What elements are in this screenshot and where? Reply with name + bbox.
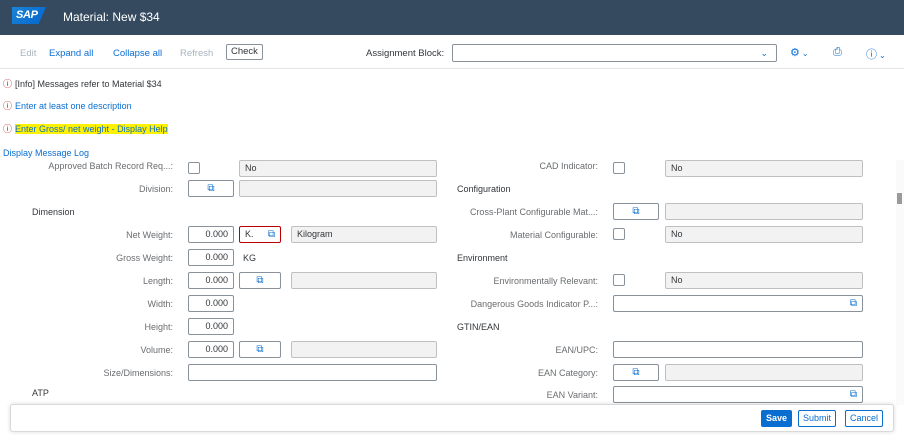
env-relevant-checkbox[interactable] bbox=[613, 274, 625, 286]
save-button[interactable]: Save bbox=[761, 410, 793, 427]
collapse-all-button[interactable]: Collapse all bbox=[113, 48, 162, 59]
ean-upc-label: EAN/UPC: bbox=[555, 345, 598, 355]
environment-section: Environment bbox=[457, 253, 508, 263]
expand-all-button[interactable]: Expand all bbox=[49, 48, 93, 59]
submit-button[interactable]: Submit bbox=[798, 410, 837, 427]
toolbar: Edit Expand all Collapse all Refresh Che… bbox=[0, 35, 904, 69]
length-unit-text bbox=[291, 272, 437, 289]
size-dimensions-label: Size/Dimensions: bbox=[103, 368, 173, 378]
edit-button: Edit bbox=[20, 48, 37, 59]
sap-logo[interactable]: SAP bbox=[12, 7, 46, 24]
division-label: Division: bbox=[138, 184, 173, 194]
length-input[interactable]: 0.000 bbox=[188, 272, 234, 289]
env-relevant-label: Environmentally Relevant: bbox=[493, 276, 598, 286]
ean-variant-input[interactable]: ⧉ bbox=[613, 386, 863, 403]
net-weight-unit-text: Kilogram bbox=[291, 226, 437, 243]
material-configurable-field: No bbox=[665, 226, 863, 243]
value-help-icon[interactable]: ⧉ bbox=[850, 387, 857, 402]
atp-section: ATP bbox=[32, 388, 49, 398]
net-weight-input[interactable]: 0.000 bbox=[188, 226, 234, 243]
cad-indicator-checkbox[interactable] bbox=[613, 162, 625, 174]
gross-weight-input[interactable]: 0.000 bbox=[188, 249, 234, 266]
cross-plant-field bbox=[665, 203, 863, 220]
message-description[interactable]: ⓘ Enter at least one description bbox=[3, 99, 132, 112]
material-configurable-checkbox[interactable] bbox=[613, 228, 625, 240]
form-content: Approved Batch Record Req...: No Divisio… bbox=[0, 160, 896, 405]
value-help-icon[interactable]: ⧉ bbox=[268, 227, 275, 242]
width-input[interactable]: 0.000 bbox=[188, 295, 234, 312]
error-icon: ⓘ bbox=[3, 101, 13, 111]
scroll-thumb[interactable] bbox=[897, 193, 902, 204]
cad-indicator-label: CAD Indicator: bbox=[539, 161, 598, 171]
net-weight-unit-input[interactable]: K. ⧉ bbox=[239, 226, 281, 243]
assignment-block-label: Assignment Block: bbox=[366, 48, 445, 59]
dimension-section: Dimension bbox=[32, 207, 75, 217]
footer-bar: Save Submit Cancel bbox=[10, 404, 894, 432]
cross-plant-label: Cross-Plant Configurable Mat...: bbox=[469, 207, 598, 217]
ean-variant-label: EAN Variant: bbox=[546, 390, 598, 400]
print-icon[interactable]: ⎙ bbox=[833, 46, 842, 59]
gear-icon[interactable]: ⚙ ⌄ bbox=[790, 46, 809, 59]
cad-indicator-field: No bbox=[665, 160, 863, 177]
refresh-button: Refresh bbox=[180, 48, 214, 59]
value-help-icon[interactable]: ⧉ bbox=[850, 296, 857, 311]
length-label: Length: bbox=[142, 276, 173, 286]
assignment-block-select[interactable]: ⌄ bbox=[452, 44, 777, 62]
volume-unit-text bbox=[291, 341, 437, 358]
width-label: Width: bbox=[147, 299, 173, 309]
height-label: Height: bbox=[144, 322, 173, 332]
message-weight[interactable]: ⓘ Enter Gross/ net weight - Display Help bbox=[3, 122, 168, 135]
error-icon: ⓘ bbox=[3, 79, 13, 89]
display-message-log-link[interactable]: Display Message Log bbox=[3, 148, 89, 158]
shell-bar: SAP Material: New $34 bbox=[0, 0, 904, 35]
size-dimensions-input[interactable] bbox=[188, 364, 437, 381]
chevron-down-icon: ⌄ bbox=[760, 48, 768, 58]
value-help-icon[interactable]: ⧉ bbox=[239, 341, 281, 358]
division-field bbox=[239, 180, 437, 197]
value-help-icon[interactable]: ⧉ bbox=[188, 180, 234, 197]
message-weight-link[interactable]: Enter Gross/ net weight - Display Help bbox=[15, 123, 168, 134]
help-icon[interactable]: ⓘ ⌄ bbox=[866, 46, 886, 62]
batch-record-label: Approved Batch Record Req...: bbox=[48, 161, 173, 171]
ean-upc-input[interactable] bbox=[613, 341, 863, 358]
ean-category-label: EAN Category: bbox=[537, 368, 598, 378]
page-title: Material: New $34 bbox=[63, 10, 160, 24]
volume-input[interactable]: 0.000 bbox=[188, 341, 234, 358]
error-icon: ⓘ bbox=[3, 124, 13, 134]
ean-category-field bbox=[665, 364, 863, 381]
batch-record-checkbox[interactable] bbox=[188, 162, 200, 174]
dangerous-goods-label: Dangerous Goods Indicator P...: bbox=[470, 299, 598, 309]
cancel-button[interactable]: Cancel bbox=[845, 410, 884, 427]
value-help-icon[interactable]: ⧉ bbox=[239, 272, 281, 289]
check-button[interactable]: Check bbox=[226, 44, 263, 60]
gross-weight-label: Gross Weight: bbox=[116, 253, 173, 263]
batch-record-field: No bbox=[239, 160, 437, 177]
value-help-icon[interactable]: ⧉ bbox=[613, 364, 659, 381]
material-configurable-label: Material Configurable: bbox=[509, 230, 598, 240]
message-info: ⓘ [Info] Messages refer to Material $34 bbox=[3, 78, 162, 90]
gross-weight-unit: KG bbox=[243, 253, 257, 263]
height-input[interactable]: 0.000 bbox=[188, 318, 234, 335]
dangerous-goods-input[interactable]: ⧉ bbox=[613, 295, 863, 312]
env-relevant-field: No bbox=[665, 272, 863, 289]
value-help-icon[interactable]: ⧉ bbox=[613, 203, 659, 220]
configuration-section: Configuration bbox=[457, 184, 511, 194]
volume-label: Volume: bbox=[140, 345, 173, 355]
vertical-scrollbar[interactable] bbox=[896, 160, 904, 405]
net-weight-label: Net Weight: bbox=[126, 230, 173, 240]
gtin-ean-section: GTIN/EAN bbox=[457, 322, 500, 332]
